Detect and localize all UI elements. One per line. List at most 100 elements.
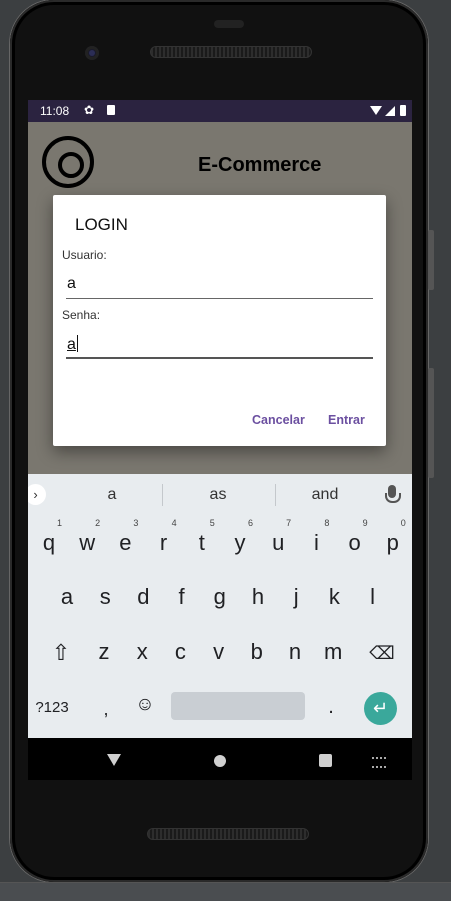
space-bar[interactable]: [171, 692, 305, 720]
keyboard-switch-icon[interactable]: [372, 757, 386, 768]
key[interactable]: p0: [374, 518, 412, 566]
key-label: x: [136, 639, 148, 664]
key-label: g: [213, 584, 226, 609]
shift-icon[interactable]: ⇧: [46, 640, 76, 666]
front-camera: [85, 46, 99, 60]
key-label: h: [251, 584, 265, 609]
suggestion-item[interactable]: and: [280, 486, 370, 504]
period-key[interactable]: .: [321, 696, 341, 719]
chevron-right-icon[interactable]: ›: [28, 484, 46, 505]
suggestion-divider: [162, 484, 163, 506]
settings-icon: ✿: [84, 103, 95, 117]
username-field[interactable]: a: [66, 275, 373, 299]
key[interactable]: h: [239, 574, 277, 620]
home-icon[interactable]: [214, 755, 226, 767]
soft-keyboard: › a as and q1w2e3r4t5y6u7i8o9p0asdfghjkl…: [28, 474, 412, 738]
key[interactable]: d: [124, 574, 162, 620]
key-hint: 9: [362, 518, 368, 528]
login-dialog: LOGIN Usuario: a Senha: a Cancelar Entra…: [53, 195, 386, 446]
signal-icon: [385, 106, 395, 116]
app-logo-icon: [42, 136, 94, 188]
key[interactable]: q1: [30, 518, 68, 566]
key-label: u: [272, 530, 285, 555]
key-label: q: [42, 530, 56, 555]
app-background: E-Commerce LOGIN Usuario: a Senha: a Can…: [28, 122, 412, 474]
suggestion-item[interactable]: a: [67, 486, 157, 504]
key-hint: 3: [133, 518, 139, 528]
back-icon[interactable]: [107, 754, 121, 766]
symbols-key[interactable]: ?123: [32, 699, 72, 716]
key[interactable]: t5: [183, 518, 221, 566]
key-label: i: [313, 530, 319, 555]
app-title: E-Commerce: [198, 154, 322, 176]
power-button: [428, 230, 434, 290]
key-hint: 6: [247, 518, 253, 528]
key[interactable]: e3: [106, 518, 144, 566]
key[interactable]: l: [354, 574, 392, 620]
key[interactable]: u7: [259, 518, 297, 566]
key[interactable]: o9: [336, 518, 374, 566]
suggestion-divider: [275, 484, 276, 506]
key[interactable]: w2: [68, 518, 106, 566]
key[interactable]: c: [161, 629, 199, 675]
key[interactable]: b: [238, 629, 276, 675]
dialog-title: LOGIN: [75, 215, 128, 234]
recents-icon[interactable]: [319, 754, 332, 767]
battery-icon: [400, 105, 406, 116]
key[interactable]: z: [85, 629, 123, 675]
comma-key[interactable]: ,: [96, 699, 116, 720]
login-button[interactable]: Entrar: [328, 413, 365, 427]
password-field[interactable]: a: [66, 335, 373, 359]
suggestion-strip: › a as and: [28, 474, 412, 516]
key-label: e: [119, 530, 132, 555]
key-label: k: [328, 584, 340, 609]
device-screen: 11:08 ✿ E-Commerce LOGIN Usuario: a Senh…: [28, 100, 412, 780]
key-label: o: [348, 530, 361, 555]
key[interactable]: g: [201, 574, 239, 620]
suggestion-item[interactable]: as: [173, 486, 263, 504]
emulator-bottom-bar: [0, 882, 451, 901]
key-label: f: [178, 584, 185, 609]
status-bar: 11:08 ✿: [28, 100, 412, 122]
key[interactable]: k: [315, 574, 353, 620]
key-label: z: [98, 639, 110, 664]
key[interactable]: s: [86, 574, 124, 620]
key-hint: 1: [56, 518, 62, 528]
key[interactable]: x: [123, 629, 161, 675]
key[interactable]: i8: [297, 518, 335, 566]
password-value: a: [67, 336, 76, 353]
backspace-icon[interactable]: ⌫: [368, 643, 396, 664]
cancel-button[interactable]: Cancelar: [252, 413, 305, 427]
microphone-icon[interactable]: [385, 485, 401, 503]
enter-icon[interactable]: ↵: [364, 692, 397, 725]
key-label: j: [293, 584, 299, 609]
key-hint: 4: [171, 518, 177, 528]
key-label: s: [99, 584, 111, 609]
key-label: b: [250, 639, 263, 664]
key-label: l: [370, 584, 376, 609]
volume-button: [428, 368, 434, 478]
status-time: 11:08: [40, 104, 70, 118]
key-label: a: [60, 584, 74, 609]
sensor-slot: [214, 20, 244, 28]
key-label: w: [79, 530, 96, 555]
key-label: d: [137, 584, 150, 609]
key[interactable]: r4: [145, 518, 183, 566]
key[interactable]: y6: [221, 518, 259, 566]
key[interactable]: f: [163, 574, 201, 620]
key[interactable]: j: [277, 574, 315, 620]
key[interactable]: a: [48, 574, 86, 620]
emoji-icon[interactable]: ☺: [133, 694, 157, 716]
key-hint: 7: [286, 518, 292, 528]
key[interactable]: m: [314, 629, 352, 675]
key[interactable]: v: [200, 629, 238, 675]
navigation-bar: [28, 738, 412, 780]
key-label: v: [213, 639, 225, 664]
key-label: n: [288, 639, 302, 664]
key-hint: 2: [95, 518, 101, 528]
key-label: p: [386, 530, 399, 555]
key-label: y: [234, 530, 246, 555]
bottom-speaker: [147, 828, 309, 840]
key[interactable]: n: [276, 629, 314, 675]
key-hint: 8: [324, 518, 330, 528]
